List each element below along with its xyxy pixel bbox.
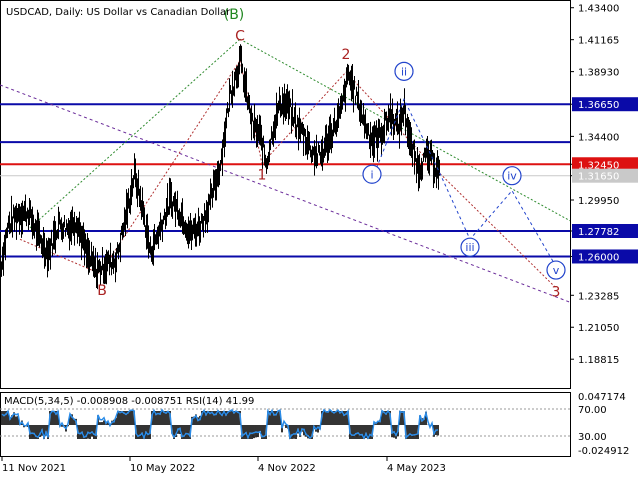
x-tick-label: 11 Nov 2021 [2,463,66,474]
wave-label: iv [507,170,517,183]
y-tick-label: 1.31650 [578,172,619,183]
chart-window: (B) C 2 1 B 3 ii i iv iii v 1.43400 1.41165 1.38930 1… [0,0,640,480]
y-tick-label: 1.41165 [578,36,619,47]
y-tick-label: 1.21050 [578,323,619,334]
wave-label: 3 [552,285,561,301]
y-tick-label: 1.34400 [578,132,619,143]
wave-label: v [553,264,560,277]
wave-label: 1 [258,167,267,183]
y-tick-label: 1.29950 [578,196,619,207]
indicator-tick-label: -0.024912 [578,446,629,457]
indicator-tick-label: 30.00 [578,432,607,443]
wave-label: ii [401,65,407,78]
x-tick-label: 4 Nov 2022 [258,463,316,474]
indicator-tick-label: 0.047174 [578,392,626,403]
wave-label: C [235,29,245,45]
indicator-label: MACD(5,34,5) -0.008908 -0.008751 RSI(14)… [4,396,254,407]
y-tick-label: 1.23285 [578,291,619,302]
y-tick-label: 1.26000 [578,252,619,263]
x-tick-label: 4 May 2023 [387,463,446,474]
y-tick-label: 1.38930 [578,68,619,79]
chart-title: USDCAD, Daily: US Dollar vs Canadian Dol… [6,7,231,18]
wave-label: 2 [342,47,351,63]
x-tick-label: 10 May 2022 [130,463,195,474]
price-chart: (B)C21B 3iii iviiiv 1.434001.411651.389301… [0,0,640,480]
wave-label: B [97,283,107,299]
wave-label: i [370,168,373,181]
wave-label: iii [465,241,474,254]
y-tick-label: 1.27782 [578,227,619,238]
y-tick-label: 1.43400 [578,4,619,15]
y-tick-label: 1.36650 [578,100,619,111]
indicator-tick-label: 70.00 [578,405,607,416]
y-tick-label: 1.18815 [578,355,619,366]
